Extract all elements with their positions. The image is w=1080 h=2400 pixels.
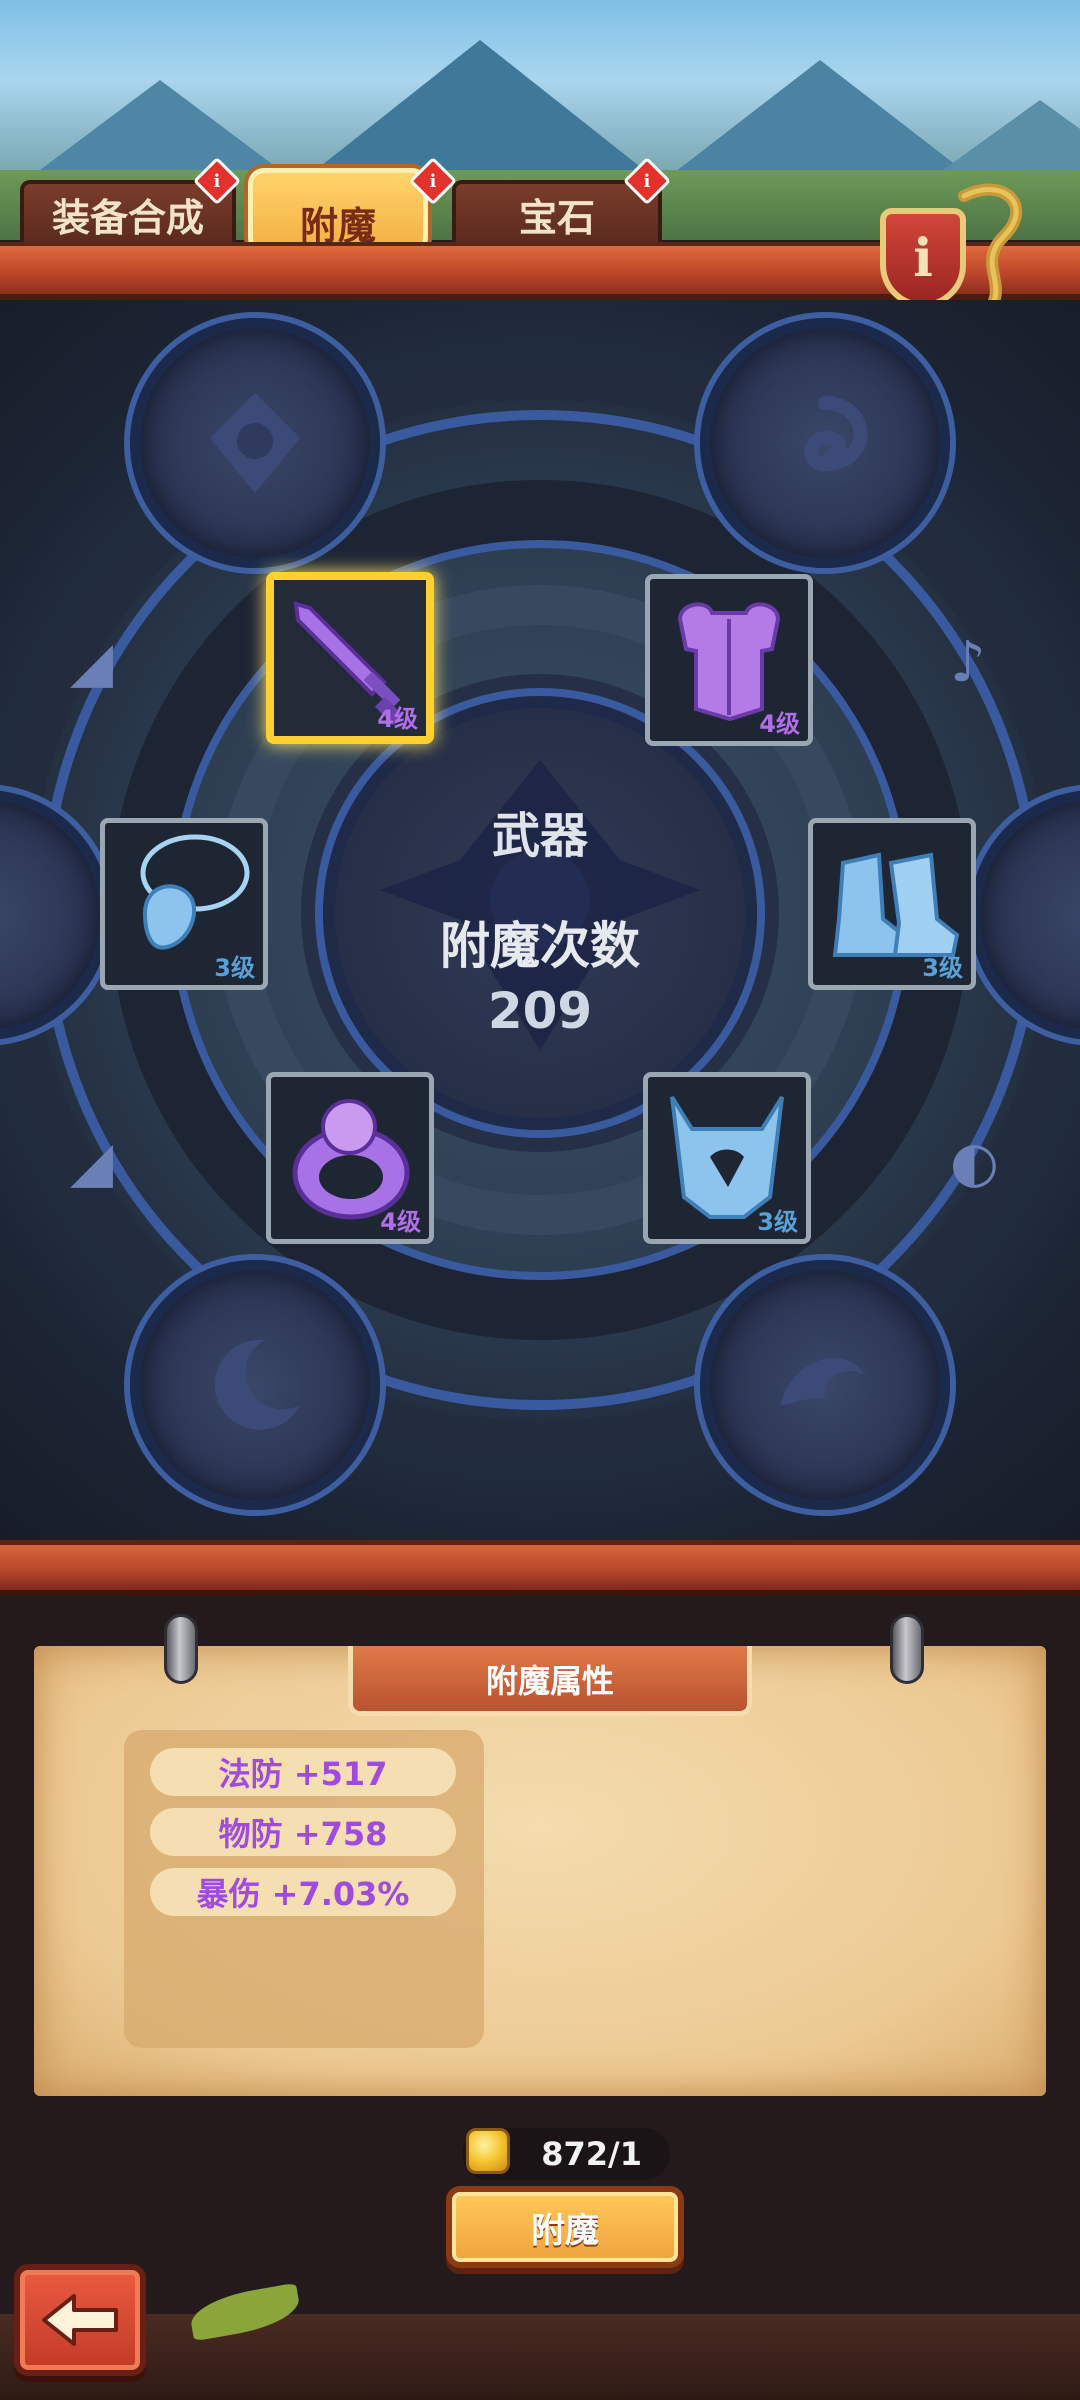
back-arrow-icon <box>42 2294 118 2346</box>
equip-level: 3级 <box>214 954 255 982</box>
gold-coin-icon <box>466 2128 510 2174</box>
equip-slot-armor[interactable]: 4级 <box>645 574 813 746</box>
rune-symbol-icon <box>210 393 300 493</box>
enchant-count-value: 209 <box>487 982 593 1040</box>
stats-panel: 法防 +517 物防 +758 暴伤 +7.03% <box>124 1730 484 2048</box>
equip-level: 3级 <box>922 954 963 982</box>
enchant-properties-title: 附魔属性 <box>348 1646 752 1716</box>
rune-glyph-icon: ◢ <box>70 1130 114 1195</box>
rune-glyph-icon: ◢ <box>70 630 114 695</box>
equip-slot-boots[interactable]: 3级 <box>808 818 976 990</box>
stat-physical-defense: 物防 +758 <box>150 1808 456 1856</box>
enchant-count-label: 附魔次数 <box>440 917 640 975</box>
stat-crit-damage: 暴伤 +7.03% <box>150 1868 456 1916</box>
bottom-wooden-bar <box>0 1540 1080 1596</box>
cost-value: 872/1 <box>541 2135 642 2173</box>
selected-slot-name: 武器 <box>491 808 588 864</box>
tab-gem[interactable]: 宝石 <box>452 180 662 244</box>
enchant-button[interactable]: 附魔 <box>446 2186 684 2268</box>
equip-slot-weapon[interactable]: 4级 <box>266 572 434 744</box>
pin-icon <box>164 1614 198 1684</box>
equip-level: 3级 <box>757 1208 798 1236</box>
moon-symbol-icon <box>214 1339 300 1430</box>
back-button[interactable] <box>14 2264 146 2376</box>
wave-symbol-icon <box>780 1358 865 1405</box>
equip-level: 4级 <box>759 710 800 738</box>
equip-slot-amulet[interactable]: 3级 <box>100 818 268 990</box>
stat-magic-defense: 法防 +517 <box>150 1748 456 1796</box>
pin-icon <box>890 1614 924 1684</box>
rune-glyph-icon: ◐ <box>950 1130 999 1195</box>
equip-slot-helmet[interactable]: 3级 <box>643 1072 811 1244</box>
tab-label: 装备合成 <box>51 195 204 240</box>
ground <box>0 2314 1080 2400</box>
tab-label: 宝石 <box>518 195 595 240</box>
equip-slot-ring[interactable]: 4级 <box>266 1072 434 1244</box>
rune-glyph-icon: ♪ <box>950 630 986 695</box>
swirl-symbol-icon <box>804 396 868 472</box>
equip-level: 4级 <box>377 705 418 733</box>
equip-level: 4级 <box>380 1208 421 1236</box>
